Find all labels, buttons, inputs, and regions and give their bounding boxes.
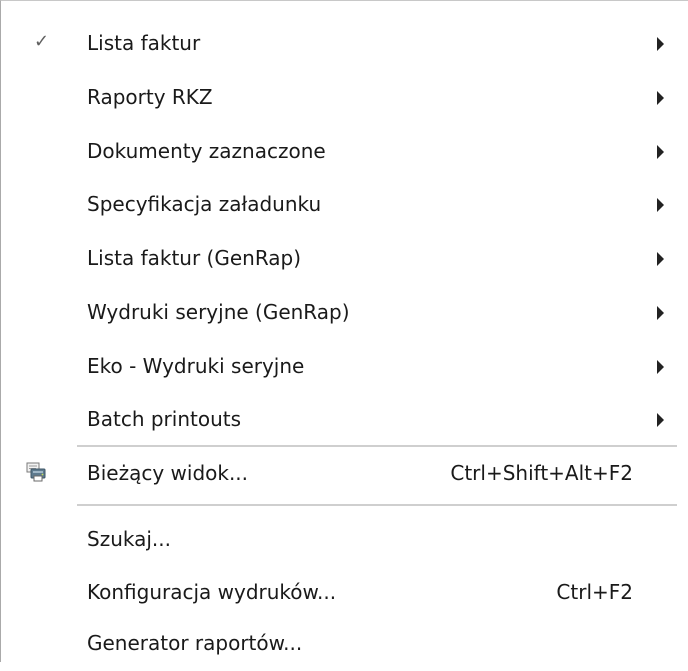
- context-menu: ✓ Lista faktur Raporty RKZ Dokumenty zaz…: [0, 0, 688, 662]
- shortcut-label: Ctrl+F2: [556, 580, 633, 604]
- checkmark-icon: ✓: [34, 31, 50, 52]
- menu-item-label: Eko - Wydruki seryjne: [87, 354, 305, 378]
- menu-item-szukaj[interactable]: Szukaj...: [1, 513, 687, 567]
- menu-item-raporty-rkz[interactable]: Raporty RKZ: [1, 71, 687, 125]
- submenu-arrow-icon: [657, 413, 664, 427]
- menu-item-label: Batch printouts: [87, 407, 242, 431]
- submenu-arrow-icon: [657, 145, 664, 159]
- menu-item-label: Konfiguracja wydruków...: [87, 580, 337, 604]
- printer-icon: [24, 460, 48, 484]
- menu-item-lista-faktur[interactable]: ✓ Lista faktur: [1, 17, 687, 71]
- menu-item-label: Szukaj...: [87, 527, 171, 551]
- submenu-arrow-icon: [657, 360, 664, 374]
- menu-item-label: Specyfikacja załadunku: [87, 192, 322, 216]
- menu-item-lista-faktur-genrap[interactable]: Lista faktur (GenRap): [1, 232, 687, 286]
- menu-item-eko-wydruki-seryjne[interactable]: Eko - Wydruki seryjne: [1, 340, 687, 394]
- menu-item-biezacy-widok[interactable]: Bieżący widok... Ctrl+Shift+Alt+F2: [1, 447, 687, 501]
- menu-separator: [77, 504, 677, 506]
- menu-item-label: Wydruki seryjne (GenRap): [87, 300, 350, 324]
- menu-item-generator-raportow[interactable]: Generator raportów...: [1, 617, 687, 671]
- menu-item-label: Lista faktur: [87, 31, 201, 55]
- menu-item-label: Raporty RKZ: [87, 85, 213, 109]
- menu-item-label: Generator raportów...: [87, 631, 303, 655]
- shortcut-label: Ctrl+Shift+Alt+F2: [450, 461, 633, 485]
- submenu-arrow-icon: [657, 37, 664, 51]
- menu-item-konfiguracja-wydrukow[interactable]: Konfiguracja wydruków... Ctrl+F2: [1, 566, 687, 620]
- menu-item-label: Dokumenty zaznaczone: [87, 139, 326, 163]
- menu-item-specyfikacja-zaladunku[interactable]: Specyfikacja załadunku: [1, 178, 687, 232]
- submenu-arrow-icon: [657, 198, 664, 212]
- submenu-arrow-icon: [657, 91, 664, 105]
- submenu-arrow-icon: [657, 252, 664, 266]
- menu-item-wydruki-seryjne-genrap[interactable]: Wydruki seryjne (GenRap): [1, 286, 687, 340]
- menu-item-label: Lista faktur (GenRap): [87, 246, 302, 270]
- submenu-arrow-icon: [657, 306, 664, 320]
- menu-item-batch-printouts[interactable]: Batch printouts: [1, 393, 687, 447]
- menu-item-dokumenty-zaznaczone[interactable]: Dokumenty zaznaczone: [1, 125, 687, 179]
- menu-item-label: Bieżący widok...: [87, 461, 249, 485]
